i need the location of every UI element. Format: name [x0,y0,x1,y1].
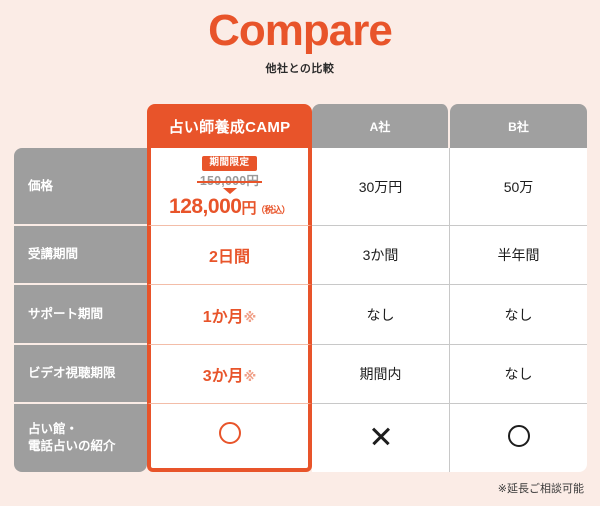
row-label-referral: 占い館・ 電話占いの紹介 [14,403,147,472]
cell-company-a-video-term: 期間内 [312,344,450,404]
cell-company-a-support-term: なし [312,285,450,345]
original-price: 150,000円 [196,174,263,188]
table-row: サポート期間 1か月※ なし なし [14,285,587,345]
cell-company-a-referral [312,403,450,472]
cell-camp-support-value: 1か月 [202,308,244,326]
circle-mark-icon [218,422,241,445]
price-block: 期間限定 150,000円 128,000円（税込） [151,156,308,217]
table-row: ビデオ視聴期限 3か月※ 期間内 なし [14,344,587,404]
cell-company-a-price: 30万円 [312,148,450,227]
cell-company-b-price: 50万 [450,148,587,227]
row-label-course-term: 受講期間 [14,226,147,286]
cell-camp-price: 期間限定 150,000円 128,000円（税込） [147,148,312,227]
row-label-video-term: ビデオ視聴期限 [14,344,147,404]
cell-company-a-course-term: 3か間 [312,226,450,286]
row-label-support-term: サポート期間 [14,285,147,345]
table-row: 占い館・ 電話占いの紹介 [14,403,587,472]
circle-mark-icon [507,425,530,448]
tax-note: （税込） [255,205,291,216]
row-label-price: 価格 [14,148,147,227]
cell-camp-course-term: 2日間 [147,226,312,286]
comparison-table-container: 占い師養成CAMP A社 B社 価格 期間限定 150,000円 128,000… [14,104,587,472]
page-title: Compare [208,6,393,55]
column-header-company-b: B社 [450,104,587,149]
cell-camp-video-term: 3か月※ [147,344,312,404]
cross-mark-icon [370,425,392,447]
strikethrough-line [196,181,263,183]
discounted-price: 128,000円（税込） [169,196,290,217]
page-header: Compare 他社との比較 [0,0,600,76]
column-header-camp: 占い師養成CAMP [147,104,312,149]
row-label-referral-line1: 占い館・ [28,422,79,437]
comparison-table: 占い師養成CAMP A社 B社 価格 期間限定 150,000円 128,000… [14,104,587,472]
header-corner-blank [14,104,147,148]
cell-company-b-course-term: 半年間 [450,226,587,286]
asterisk-note-icon: ※ [243,309,257,325]
column-header-company-a: A社 [312,104,450,149]
currency-unit: 円 [241,200,256,218]
limited-time-badge: 期間限定 [202,156,257,171]
table-row: 受講期間 2日間 3か間 半年間 [14,226,587,286]
cell-camp-video-value: 3か月 [202,367,244,385]
arrow-down-icon [222,188,237,195]
cell-company-b-support-term: なし [450,285,587,345]
cell-company-b-video-term: なし [450,344,587,404]
cell-camp-referral [147,403,312,472]
asterisk-note-icon: ※ [243,368,257,384]
cell-camp-support-term: 1か月※ [147,285,312,345]
table-row: 価格 期間限定 150,000円 128,000円（税込） 30万円 50万 [14,148,587,227]
cell-company-b-referral [450,403,587,472]
discounted-price-number: 128,000 [169,195,242,219]
footnote-text: ※延長ご相談可能 [497,483,584,495]
table-header-row: 占い師養成CAMP A社 B社 [14,104,587,149]
row-label-referral-line2: 電話占いの紹介 [28,438,116,453]
page-subtitle: 他社との比較 [265,63,335,76]
